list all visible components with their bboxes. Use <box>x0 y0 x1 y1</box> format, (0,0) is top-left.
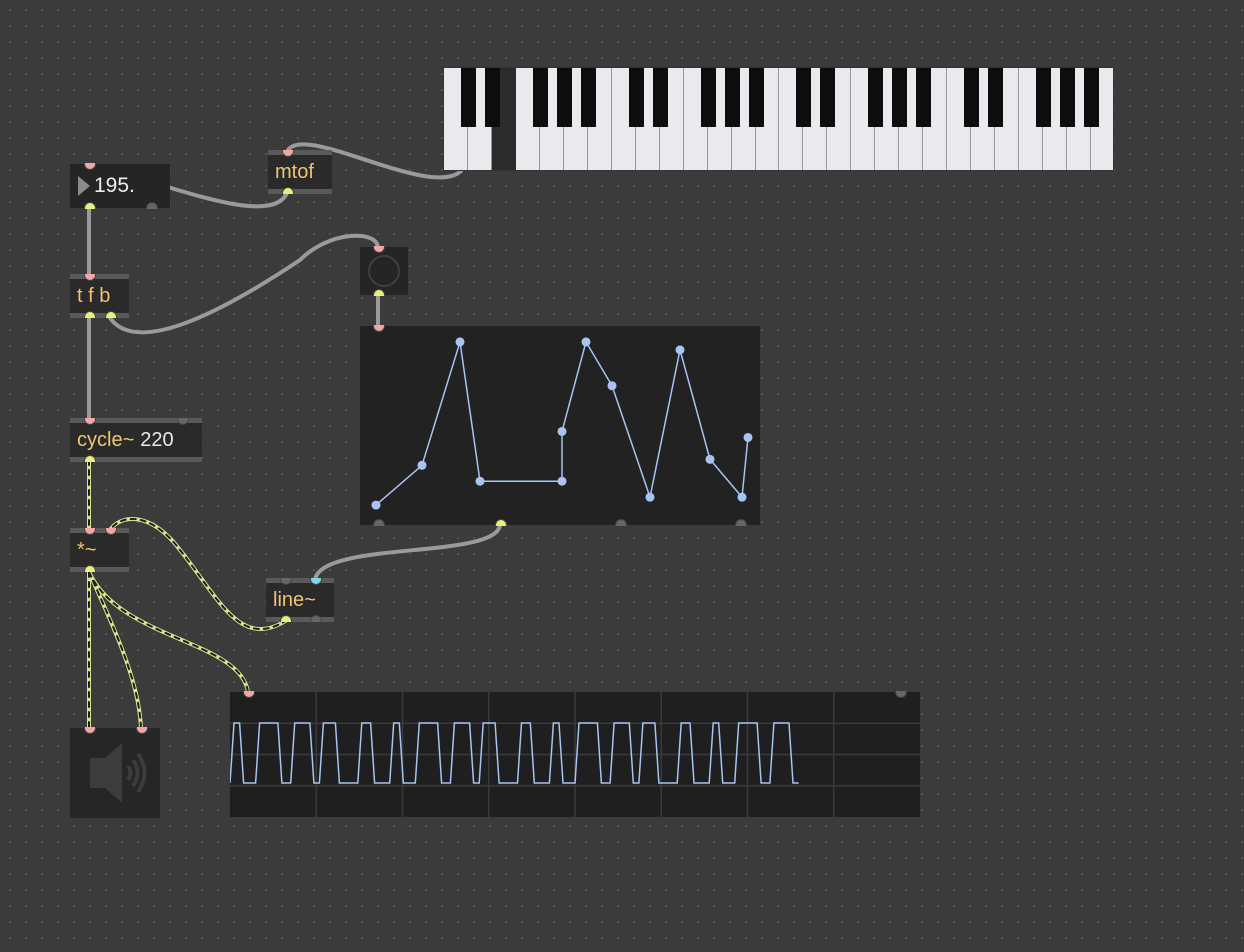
function-editor[interactable] <box>360 325 760 526</box>
mtof-object[interactable]: mtof <box>268 150 332 194</box>
function-point[interactable] <box>371 500 381 510</box>
multiply-inlet-2[interactable] <box>105 528 117 535</box>
button-outlet[interactable] <box>373 289 385 296</box>
signal-mult-to-scope <box>87 570 250 694</box>
black-key[interactable] <box>748 68 764 127</box>
cycle-arg: 220 <box>140 429 174 451</box>
bang-circle-icon <box>368 255 400 287</box>
function-point[interactable] <box>557 426 567 436</box>
cycle-label: cycle~ <box>77 429 135 451</box>
number-outlet[interactable] <box>84 202 96 209</box>
trigger-object[interactable]: t f b <box>70 274 129 318</box>
cycle-object[interactable]: cycle~ 220 <box>70 418 202 462</box>
line-outlet-1[interactable] <box>280 615 292 622</box>
black-key[interactable] <box>1084 68 1100 127</box>
function-point[interactable] <box>581 337 591 347</box>
line-object[interactable]: line~ <box>266 578 334 622</box>
multiply-outlet[interactable] <box>84 565 96 572</box>
mtof-label: mtof <box>275 161 314 183</box>
number-outlet-2[interactable] <box>146 202 158 209</box>
black-key[interactable] <box>1036 68 1052 127</box>
trigger-outlet-bang[interactable] <box>105 311 117 318</box>
wire-function-to-line <box>313 522 502 582</box>
signal-line-to-mult <box>108 517 289 632</box>
trigger-outlet-float[interactable] <box>84 311 96 318</box>
function-outlet-1[interactable] <box>373 519 385 526</box>
number-inlet[interactable] <box>84 163 96 170</box>
function-point[interactable] <box>705 454 715 464</box>
black-key[interactable] <box>580 68 596 127</box>
function-point[interactable] <box>475 476 485 486</box>
black-key[interactable] <box>700 68 716 127</box>
line-inlet-2[interactable] <box>310 578 322 585</box>
black-key[interactable] <box>964 68 980 127</box>
black-key[interactable] <box>916 68 932 127</box>
black-key[interactable] <box>460 68 476 127</box>
black-key[interactable] <box>892 68 908 127</box>
keyboard-slider[interactable] <box>443 67 1114 171</box>
scope-display <box>229 692 920 817</box>
line-outlet-2[interactable] <box>310 615 322 622</box>
black-key[interactable] <box>628 68 644 127</box>
mtof-inlet[interactable] <box>282 150 294 157</box>
black-key[interactable] <box>796 68 812 127</box>
button-inlet[interactable] <box>373 246 385 253</box>
line-label: line~ <box>273 589 316 611</box>
multiply-inlet-1[interactable] <box>84 528 96 535</box>
function-outlet-4[interactable] <box>735 519 747 526</box>
black-key[interactable] <box>532 68 548 127</box>
function-point[interactable] <box>607 381 617 391</box>
function-point[interactable] <box>675 345 685 355</box>
cycle-outlet[interactable] <box>84 455 96 462</box>
function-point[interactable] <box>417 460 427 470</box>
signal-wires <box>87 458 289 732</box>
black-key[interactable] <box>820 68 836 127</box>
function-point[interactable] <box>455 337 465 347</box>
function-point[interactable] <box>737 492 747 502</box>
speaker-icon <box>90 743 147 803</box>
oscilloscope[interactable] <box>229 691 920 817</box>
function-point[interactable] <box>743 432 753 442</box>
signal-mult-to-dac-right <box>87 570 143 732</box>
function-outlet-2[interactable] <box>495 519 507 526</box>
line-inlet-1[interactable] <box>280 578 292 585</box>
black-key[interactable] <box>868 68 884 127</box>
black-key[interactable] <box>988 68 1004 127</box>
multiply-object[interactable]: *~ <box>70 528 129 572</box>
trigger-label: t f b <box>77 285 111 307</box>
function-outlet-3[interactable] <box>615 519 627 526</box>
function-curve[interactable] <box>360 326 760 525</box>
bang-button[interactable] <box>360 246 408 296</box>
number-box[interactable]: 195. <box>70 163 170 209</box>
black-key[interactable] <box>1060 68 1076 127</box>
function-point[interactable] <box>645 492 655 502</box>
cycle-inlet-1[interactable] <box>84 418 96 425</box>
black-key[interactable] <box>556 68 572 127</box>
wire-trigger-to-button <box>108 233 380 335</box>
black-key[interactable] <box>652 68 668 127</box>
number-box-triangle-icon <box>78 176 90 196</box>
ezdac-speaker[interactable] <box>70 727 160 818</box>
cycle-inlet-2[interactable] <box>177 418 189 425</box>
number-box-value: 195. <box>94 174 135 197</box>
multiply-label: *~ <box>77 539 97 561</box>
scope-signal <box>229 722 799 784</box>
black-key[interactable] <box>724 68 740 127</box>
mtof-outlet[interactable] <box>282 187 294 194</box>
trigger-inlet[interactable] <box>84 274 96 281</box>
black-key[interactable] <box>484 68 500 127</box>
function-point[interactable] <box>557 476 567 486</box>
